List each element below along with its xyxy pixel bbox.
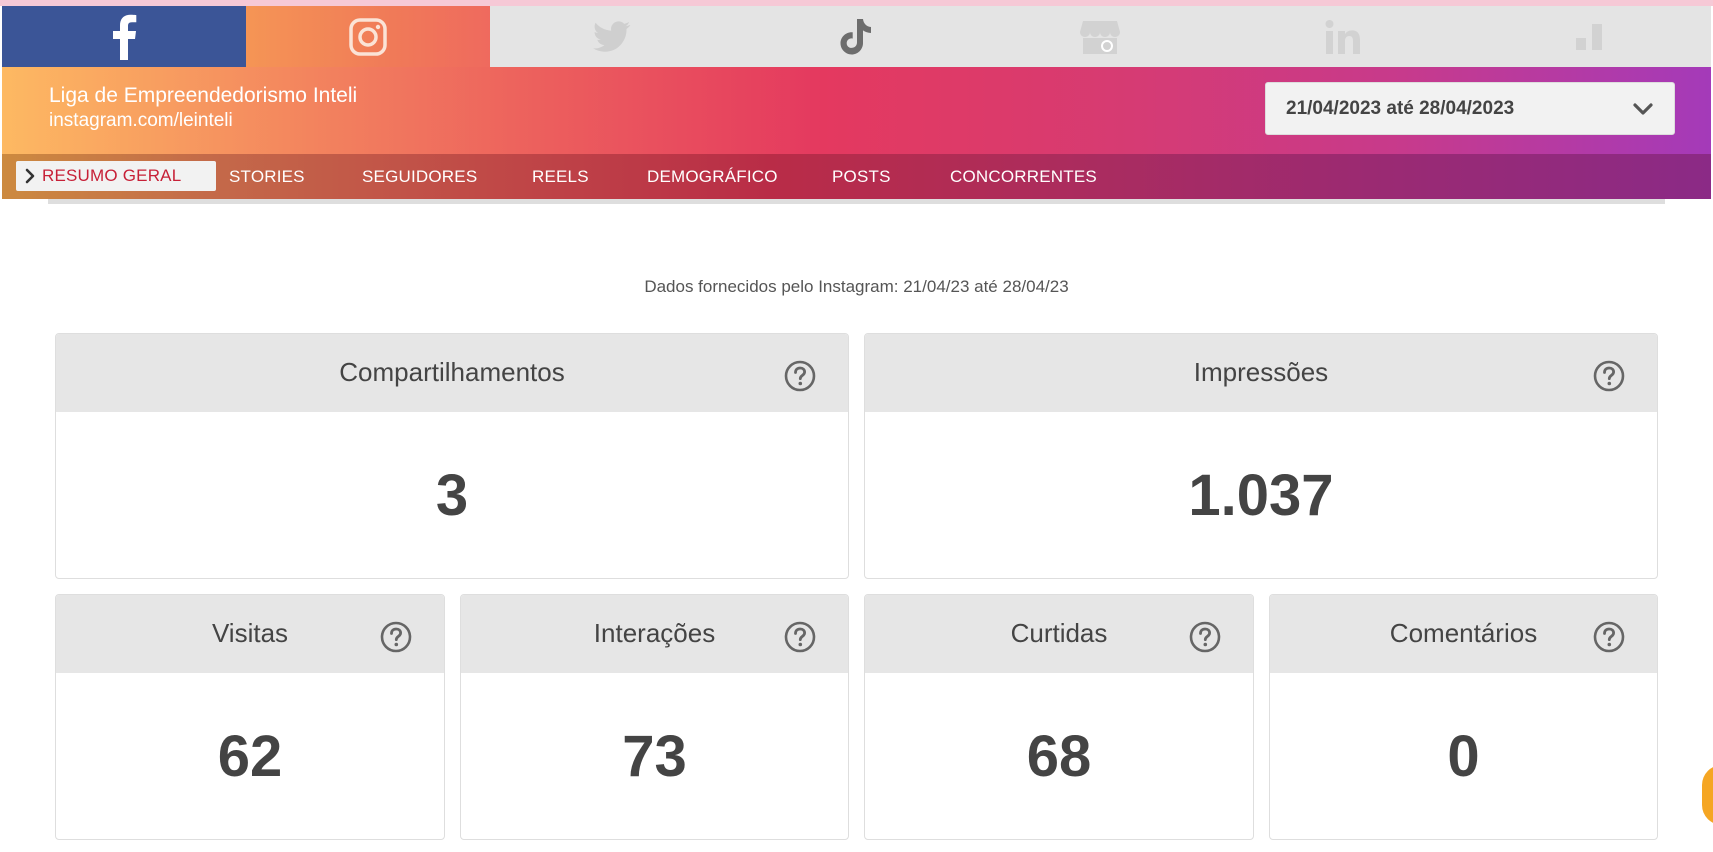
card-header: Impressões [865, 334, 1657, 412]
card-curtidas: Curtidas 68 [864, 594, 1254, 840]
metric-value: 0 [1447, 724, 1480, 789]
store-icon [1080, 20, 1120, 54]
chevron-down-icon [1633, 103, 1653, 115]
floating-chat-button[interactable] [1702, 765, 1713, 825]
tab-linkedin[interactable] [1222, 6, 1466, 67]
help-icon[interactable] [1593, 621, 1625, 653]
tab-twitter[interactable] [490, 6, 734, 67]
facebook-icon [113, 14, 137, 60]
card-title: Impressões [1193, 357, 1329, 387]
nav-divider [48, 199, 1665, 204]
help-icon[interactable] [1593, 360, 1625, 392]
nav-item-posts[interactable]: POSTS [832, 167, 891, 187]
card-header: Interações [461, 595, 848, 673]
instagram-icon [349, 17, 387, 56]
metric-value: 73 [622, 724, 687, 789]
card-header: Curtidas [865, 595, 1253, 673]
social-network-tabs [2, 6, 1711, 67]
nav-item-demografico[interactable]: DEMOGRÁFICO [647, 167, 778, 187]
section-nav: RESUMO GERAL STORIES SEGUIDORES REELS DE… [2, 154, 1711, 199]
profile-name: Liga de Empreendedorismo Inteli [49, 84, 358, 107]
help-icon[interactable] [784, 360, 816, 392]
tab-tiktok[interactable] [734, 6, 978, 67]
help-icon[interactable] [784, 621, 816, 653]
nav-item-label: RESUMO GERAL [42, 166, 182, 185]
card-visitas: Visitas 62 [55, 594, 445, 840]
profile-header: Liga de Empreendedorismo Inteli instagra… [2, 67, 1711, 154]
card-title: Compartilhamentos [339, 357, 565, 387]
nav-item-seguidores[interactable]: SEGUIDORES [362, 167, 477, 187]
date-range-value: 21/04/2023 até 28/04/2023 [1286, 97, 1515, 119]
tab-instagram[interactable] [246, 6, 490, 67]
help-icon[interactable] [1189, 621, 1221, 653]
date-range-select[interactable]: 21/04/2023 até 28/04/2023 [1265, 82, 1675, 135]
metric-value: 1.037 [1188, 463, 1334, 528]
tiktok-icon [840, 18, 871, 54]
chevron-right-icon [25, 168, 35, 184]
card-interacoes: Interações 73 [460, 594, 849, 840]
card-header: Compartilhamentos [56, 334, 848, 412]
nav-item-concorrentes[interactable]: CONCORRENTES [950, 167, 1097, 187]
tab-facebook[interactable] [2, 6, 246, 67]
help-icon[interactable] [380, 621, 412, 653]
nav-item-stories[interactable]: STORIES [229, 167, 305, 187]
tab-analytics[interactable] [1466, 6, 1710, 67]
tab-google-business[interactable] [978, 6, 1222, 67]
metric-value: 3 [435, 463, 469, 528]
metric-value: 62 [217, 724, 283, 789]
card-comentarios: Comentários 0 [1269, 594, 1658, 840]
card-compartilhamentos: Compartilhamentos 3 [55, 333, 849, 579]
twitter-icon [593, 20, 631, 52]
nav-item-resumo-geral[interactable]: RESUMO GERAL [16, 161, 216, 191]
data-source-note: Dados fornecidos pelo Instagram: 21/04/2… [644, 277, 1069, 296]
bar-chart-icon [1576, 23, 1602, 50]
dashboard-page: Liga de Empreendedorismo Inteli instagra… [0, 0, 1713, 852]
profile-url[interactable]: instagram.com/leinteli [49, 110, 233, 132]
nav-item-reels[interactable]: REELS [532, 167, 589, 187]
linkedin-icon [1325, 19, 1360, 54]
card-header: Comentários [1270, 595, 1657, 673]
card-header: Visitas [56, 595, 444, 673]
card-impressoes: Impressões 1.037 [864, 333, 1658, 579]
metric-value: 68 [1026, 724, 1092, 789]
